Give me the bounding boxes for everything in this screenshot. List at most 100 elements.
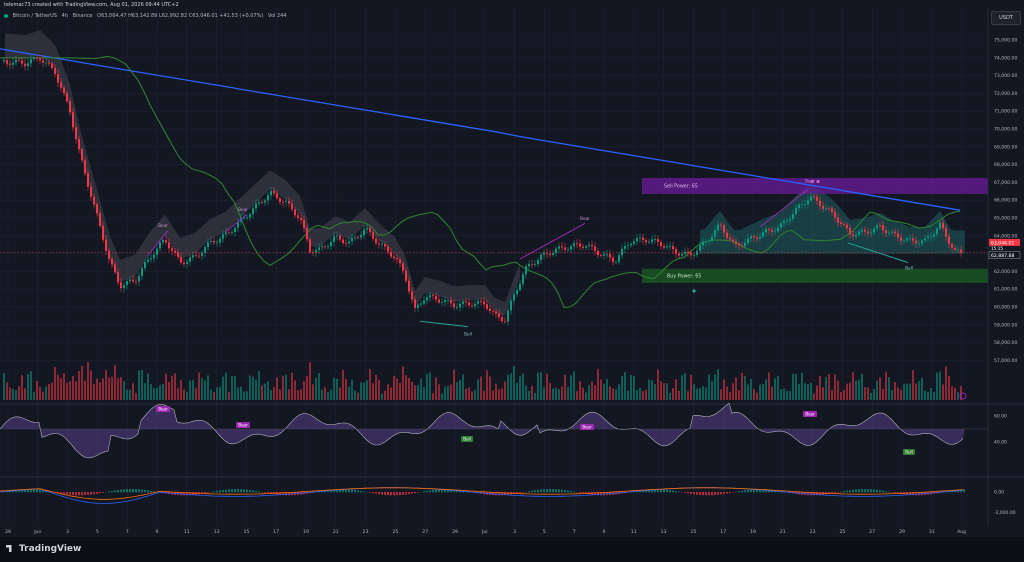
signal-dot xyxy=(692,289,696,293)
time-axis-label: 17 xyxy=(273,529,279,535)
currency-button[interactable]: USDT xyxy=(991,11,1021,25)
macd-histogram-bar xyxy=(882,490,884,493)
volume-bar xyxy=(621,375,623,400)
candle-body xyxy=(948,236,950,244)
volume-bar xyxy=(777,375,779,400)
candle-body xyxy=(177,252,179,258)
volume-bar xyxy=(327,392,329,400)
volume-bar xyxy=(18,386,20,400)
volume-bar xyxy=(570,375,572,400)
candle-body xyxy=(18,59,20,61)
symbol-name[interactable]: Bitcoin / TetherUS xyxy=(13,13,57,19)
candle-body xyxy=(228,232,230,234)
candle-body xyxy=(414,299,416,308)
volume-bar xyxy=(261,385,263,400)
volume-bar xyxy=(9,387,11,400)
bull-badge-label: Bull xyxy=(905,450,913,455)
volume-bar xyxy=(303,381,305,400)
volume-bar xyxy=(696,388,698,400)
candle-body xyxy=(192,255,194,258)
volume-bar xyxy=(288,389,290,400)
candle-body xyxy=(246,217,248,219)
tradingview-logo[interactable]: TradingView xyxy=(6,544,81,554)
volume-bar xyxy=(375,374,377,400)
candle-body xyxy=(711,236,713,241)
candle-body xyxy=(576,243,578,245)
macd-histogram-bar xyxy=(237,489,239,493)
volume-bar xyxy=(462,374,464,400)
volume-bar xyxy=(3,373,5,400)
macd-histogram-bar xyxy=(147,490,149,493)
macd-histogram-bar xyxy=(390,492,392,496)
candle-body xyxy=(555,248,557,253)
divergence-line xyxy=(419,320,469,328)
macd-histogram-bar xyxy=(858,489,860,493)
volume-bar xyxy=(555,387,557,400)
volume-bar xyxy=(735,377,737,400)
volume-bar xyxy=(255,379,257,400)
volume-bar xyxy=(285,374,287,400)
volume-bar xyxy=(198,372,200,400)
candle-body xyxy=(594,246,596,251)
volume-bar xyxy=(867,387,869,400)
volume-bar xyxy=(78,371,80,400)
volume-bar xyxy=(228,391,230,400)
volume-bar xyxy=(405,375,407,400)
volume-bar xyxy=(240,386,242,400)
tradingview-logo-icon xyxy=(6,545,12,552)
candle-body xyxy=(843,224,845,225)
time-axis-label: 11 xyxy=(184,529,190,535)
volume-bar xyxy=(150,384,152,400)
time-axis-label: 5 xyxy=(96,529,99,535)
macd-histogram-bar xyxy=(402,492,404,495)
candle-body xyxy=(666,246,668,248)
macd-histogram-bar xyxy=(693,492,695,495)
volume-bar xyxy=(84,380,86,400)
candle-body xyxy=(483,301,485,305)
candle-body xyxy=(126,280,128,286)
volume-bar xyxy=(66,382,68,400)
volume-bar xyxy=(819,375,821,400)
time-axis-label: Jul xyxy=(481,529,488,535)
candle-body xyxy=(906,238,908,241)
candle-body xyxy=(171,248,173,251)
level-tag: 62,887.88 xyxy=(991,253,1014,259)
candle-body xyxy=(75,127,77,139)
volume-bar xyxy=(714,374,716,400)
price-chart[interactable]: Sell Power: 65 Buy Power: 65 Bear Bear Bear B… xyxy=(0,0,1024,562)
interval[interactable]: 4h xyxy=(62,13,68,19)
candle-body xyxy=(474,303,476,307)
volume-bar xyxy=(222,376,224,400)
volume-bar xyxy=(753,388,755,400)
volume-bar xyxy=(624,371,626,400)
candle-body xyxy=(540,254,542,260)
volume-bar xyxy=(717,369,719,400)
symbol-legend[interactable]: Bitcoin / TetherUS 4h Binance O63,064.47… xyxy=(4,13,290,19)
candle-body xyxy=(900,237,902,241)
macd-histogram-bar xyxy=(255,490,257,493)
volume-bar xyxy=(702,386,704,400)
volume-bar xyxy=(90,370,92,400)
volume-bar xyxy=(489,376,491,400)
candle-body xyxy=(951,243,953,248)
volume-bar xyxy=(720,389,722,400)
macd-histogram-bar xyxy=(246,489,248,493)
volume-bar xyxy=(174,373,176,400)
volume-bar xyxy=(126,389,128,400)
candle-body xyxy=(894,231,896,234)
candle-body xyxy=(24,63,26,66)
volume-bar xyxy=(534,392,536,400)
volume-bar xyxy=(657,369,659,400)
candle-body xyxy=(600,255,602,256)
volume-bar xyxy=(945,366,947,400)
candle-body xyxy=(234,227,236,232)
candle-body xyxy=(156,248,158,255)
volume-bar xyxy=(444,386,446,400)
macd-histogram-bar xyxy=(99,492,101,494)
macd-histogram-bar xyxy=(69,492,71,495)
volume-bar xyxy=(807,384,809,400)
volume-bar xyxy=(54,367,56,400)
macd-histogram-bar xyxy=(144,489,146,493)
time-axis-label: 29 xyxy=(5,529,11,535)
candle-body xyxy=(108,250,110,259)
